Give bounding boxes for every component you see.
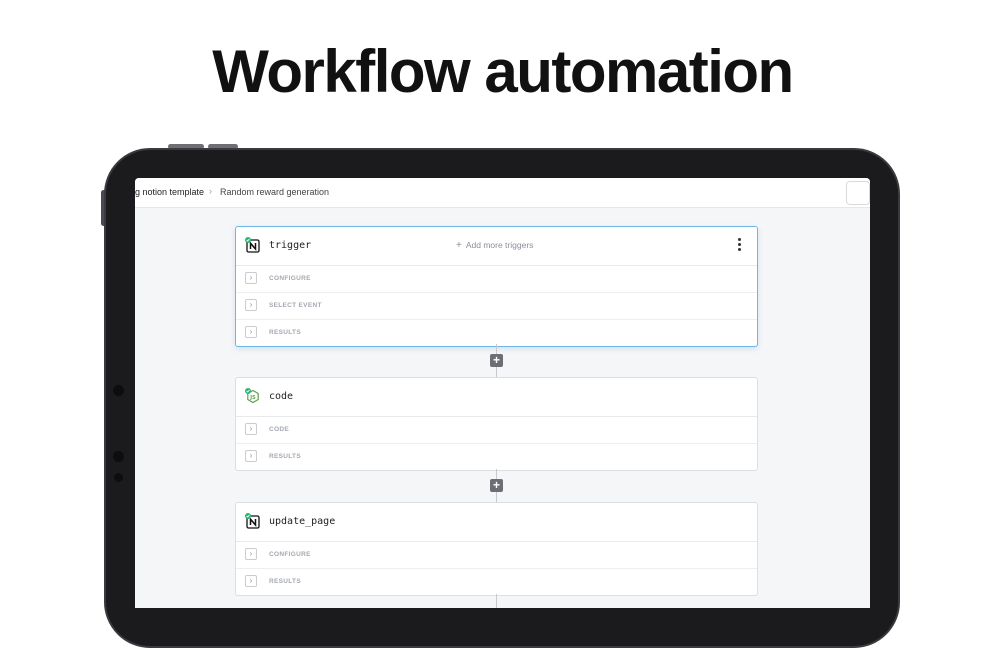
notion-icon (245, 513, 260, 529)
notion-icon (245, 237, 260, 253)
device-sensor (113, 451, 124, 462)
step-name[interactable]: update_page (269, 516, 335, 527)
section-label: SELECT EVENT (269, 302, 322, 309)
device-sensor-2 (114, 473, 123, 482)
step-header[interactable]: update_page (236, 503, 757, 542)
add-more-triggers-label: Add more triggers (465, 240, 534, 250)
section-label: CODE (269, 426, 289, 433)
breadcrumb-separator: › (209, 186, 212, 196)
section-row[interactable]: › RESULTS (236, 444, 757, 470)
chevron-right-icon: › (245, 548, 257, 560)
chevron-right-icon: › (245, 423, 257, 435)
section-row[interactable]: › RESULTS (236, 320, 757, 346)
step-connector (496, 594, 497, 608)
page-headline: Workflow automation (212, 38, 794, 105)
section-row[interactable]: › SELECT EVENT (236, 293, 757, 320)
chevron-right-icon: › (245, 450, 257, 462)
chevron-right-icon: › (245, 326, 257, 338)
breadcrumb-current: Random reward generation (220, 187, 330, 197)
more-options-icon[interactable] (737, 238, 743, 252)
nodejs-icon: JS (245, 388, 259, 404)
chevron-right-icon: › (245, 575, 257, 587)
app-screen: g notion template › Random reward genera… (135, 178, 870, 608)
add-more-triggers-link[interactable]: + Add more triggers (456, 240, 533, 251)
step-header[interactable]: trigger + Add more triggers (236, 227, 757, 266)
breadcrumb-parent[interactable]: g notion template (135, 187, 204, 197)
section-label: CONFIGURE (269, 275, 311, 282)
topbar-action-button[interactable] (846, 181, 870, 205)
section-row[interactable]: › CODE (236, 417, 757, 444)
step-card-update-page[interactable]: update_page › CONFIGURE › RESULTS (235, 502, 758, 596)
svg-text:JS: JS (249, 395, 256, 401)
step-name[interactable]: trigger (269, 240, 311, 251)
section-row[interactable]: › CONFIGURE (236, 542, 757, 569)
chevron-right-icon: › (245, 272, 257, 284)
step-card-trigger[interactable]: trigger + Add more triggers › CONFIGURE ›… (235, 226, 758, 347)
chevron-right-icon: › (245, 299, 257, 311)
section-label: CONFIGURE (269, 551, 311, 558)
section-label: RESULTS (269, 453, 301, 460)
section-row[interactable]: › RESULTS (236, 569, 757, 595)
section-row[interactable]: › CONFIGURE (236, 266, 757, 293)
section-label: RESULTS (269, 578, 301, 585)
add-step-button[interactable]: + (490, 479, 503, 492)
step-header[interactable]: JS code (236, 378, 757, 417)
step-card-code[interactable]: JS code › CODE › RESULTS (235, 377, 758, 471)
device-camera (113, 385, 124, 396)
top-bar: g notion template › Random reward genera… (135, 178, 870, 208)
section-label: RESULTS (269, 329, 301, 336)
add-step-button[interactable]: + (490, 354, 503, 367)
step-name[interactable]: code (269, 391, 293, 402)
plus-icon: + (456, 240, 462, 251)
